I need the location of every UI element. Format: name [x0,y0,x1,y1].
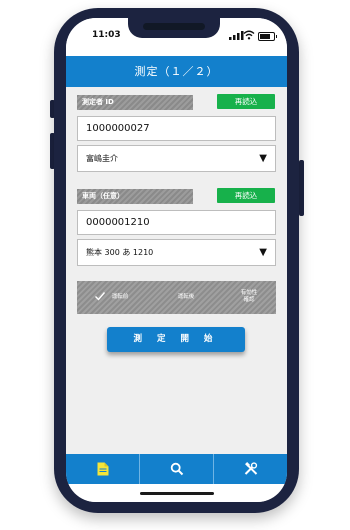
document-icon [97,462,108,476]
tab-search[interactable] [140,454,213,484]
measurer-id-input[interactable]: 1000000027 [77,116,276,141]
step-indicator: 運転前 運転後 有効性 確認 [77,281,276,314]
wifi-icon [243,30,255,40]
step-before-driving: 運転前 [111,294,129,300]
step-validity-check: 有効性 確認 [240,290,258,303]
app-screen: 11:03 測定（１／２） 測定者 ID 再読込 1000000027 富嶋圭介… [66,18,287,502]
speaker-grille [143,23,205,30]
measurer-reload-button[interactable]: 再読込 [217,94,275,109]
caret-down-icon: ▼ [259,247,267,258]
status-time: 11:03 [92,30,121,40]
vehicle-plate-value: 熊本 300 あ 1210 [86,248,154,257]
caret-down-icon: ▼ [259,153,267,164]
tab-tools[interactable] [214,454,287,484]
vehicle-reload-button[interactable]: 再読込 [217,188,275,203]
battery-icon [258,32,277,41]
tools-icon [244,462,257,475]
page-title: 測定（１／２） [66,56,287,87]
measurer-name-select[interactable]: 富嶋圭介 ▼ [77,145,276,172]
status-bar: 11:03 [66,18,287,56]
home-indicator-area [66,484,287,502]
vehicle-plate-select[interactable]: 熊本 300 あ 1210 ▼ [77,239,276,266]
step-after-driving: 運転後 [177,294,195,300]
measurer-id-label: 測定者 ID [77,95,193,110]
power-button [299,160,304,216]
measurer-name-value: 富嶋圭介 [86,154,118,163]
vehicle-label: 車両（任意） [77,189,193,204]
tab-document[interactable] [66,454,139,484]
vehicle-number-input[interactable]: 0000001210 [77,210,276,235]
home-indicator[interactable] [140,492,214,495]
start-measurement-button[interactable]: 測 定 開 始 [107,327,245,352]
search-icon [170,462,183,476]
tab-bar [66,454,287,484]
